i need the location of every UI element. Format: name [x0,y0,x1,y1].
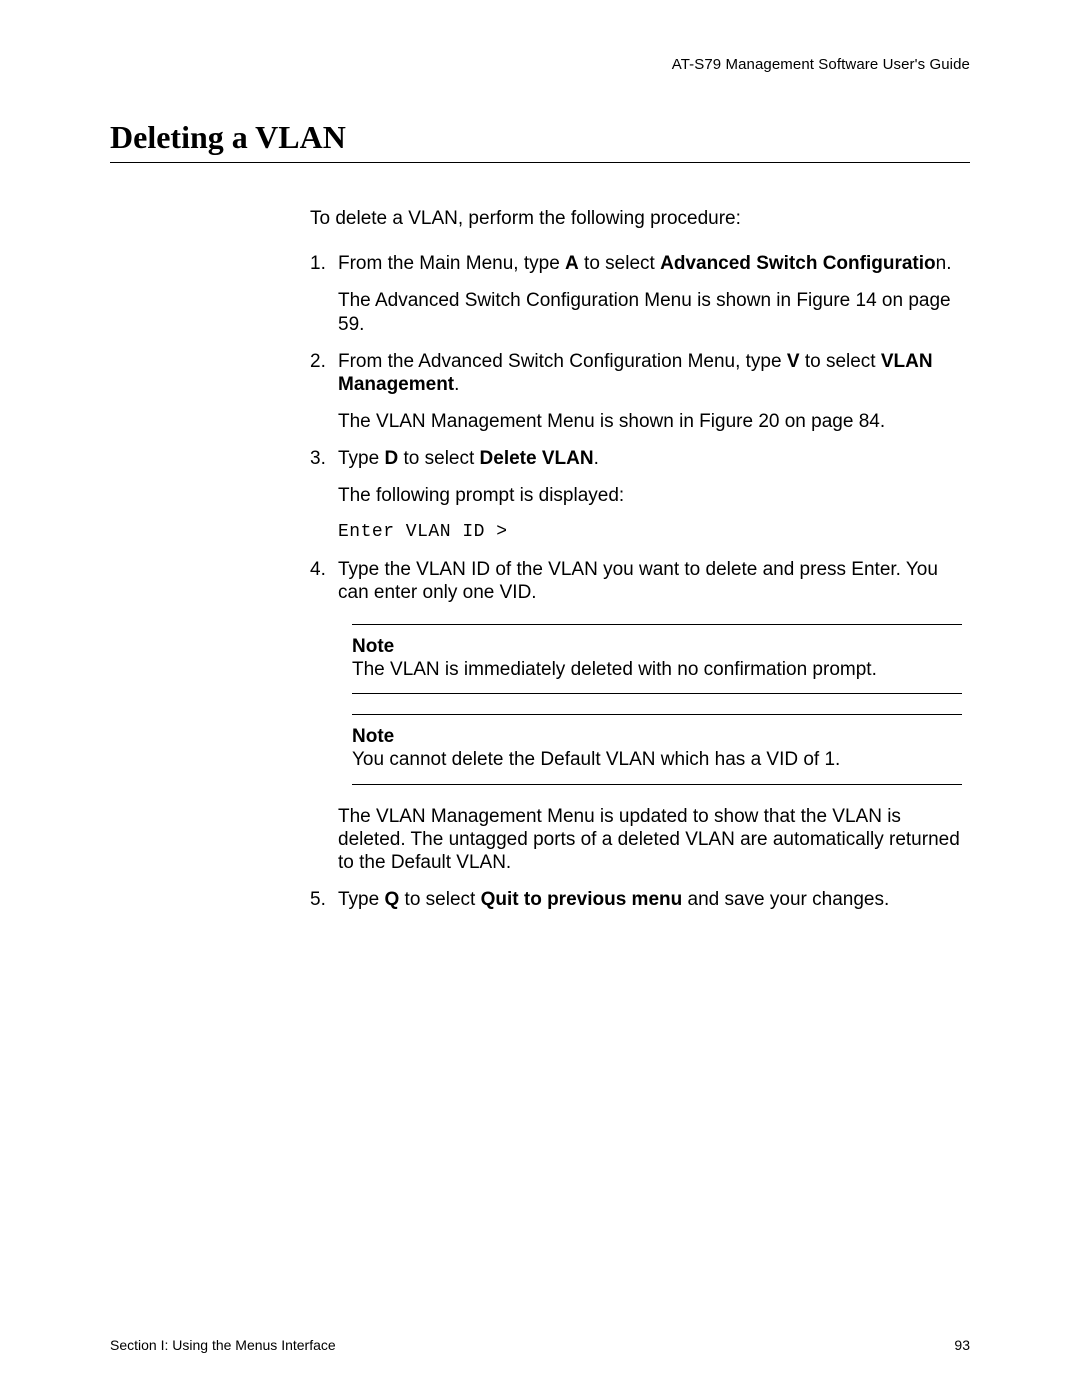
code-prompt: Enter VLAN ID > [338,522,970,544]
step-2-followup: The VLAN Management Menu is shown in Fig… [338,410,970,433]
running-head: AT-S79 Management Software User's Guide [110,56,970,73]
note-label: Note [352,635,962,658]
step-2: From the Advanced Switch Configuration M… [310,350,970,434]
step-3: Type D to select Delete VLAN. The follow… [310,447,970,543]
step-text: From the Main Menu, type A to select Adv… [338,253,952,274]
note-body: The VLAN is immediately deleted with no … [352,658,962,681]
footer-section-label: Section I: Using the Menus Interface [110,1337,336,1353]
step-text: Type Q to select Quit to previous menu a… [338,889,889,910]
page-title: Deleting a VLAN [110,119,970,163]
step-4-followup: The VLAN Management Menu is updated to s… [338,805,970,875]
step-text: Type the VLAN ID of the VLAN you want to… [338,559,938,603]
body-column: To delete a VLAN, perform the following … [310,207,970,911]
note-body: You cannot delete the Default VLAN which… [352,748,962,771]
note-box-1: Note The VLAN is immediately deleted wit… [352,624,962,694]
document-page: AT-S79 Management Software User's Guide … [0,0,1080,1397]
step-4: Type the VLAN ID of the VLAN you want to… [310,558,970,875]
procedure-steps: From the Main Menu, type A to select Adv… [310,252,970,911]
step-text: From the Advanced Switch Configuration M… [338,351,933,395]
note-box-2: Note You cannot delete the Default VLAN … [352,714,962,784]
note-label: Note [352,725,962,748]
step-3-followup: The following prompt is displayed: [338,484,970,507]
step-1: From the Main Menu, type A to select Adv… [310,252,970,336]
intro-text: To delete a VLAN, perform the following … [310,207,970,230]
step-text: Type D to select Delete VLAN. [338,448,599,469]
step-1-followup: The Advanced Switch Configuration Menu i… [338,289,970,335]
step-5: Type Q to select Quit to previous menu a… [310,888,970,911]
page-footer: Section I: Using the Menus Interface 93 [110,1337,970,1353]
footer-page-number: 93 [954,1337,970,1353]
